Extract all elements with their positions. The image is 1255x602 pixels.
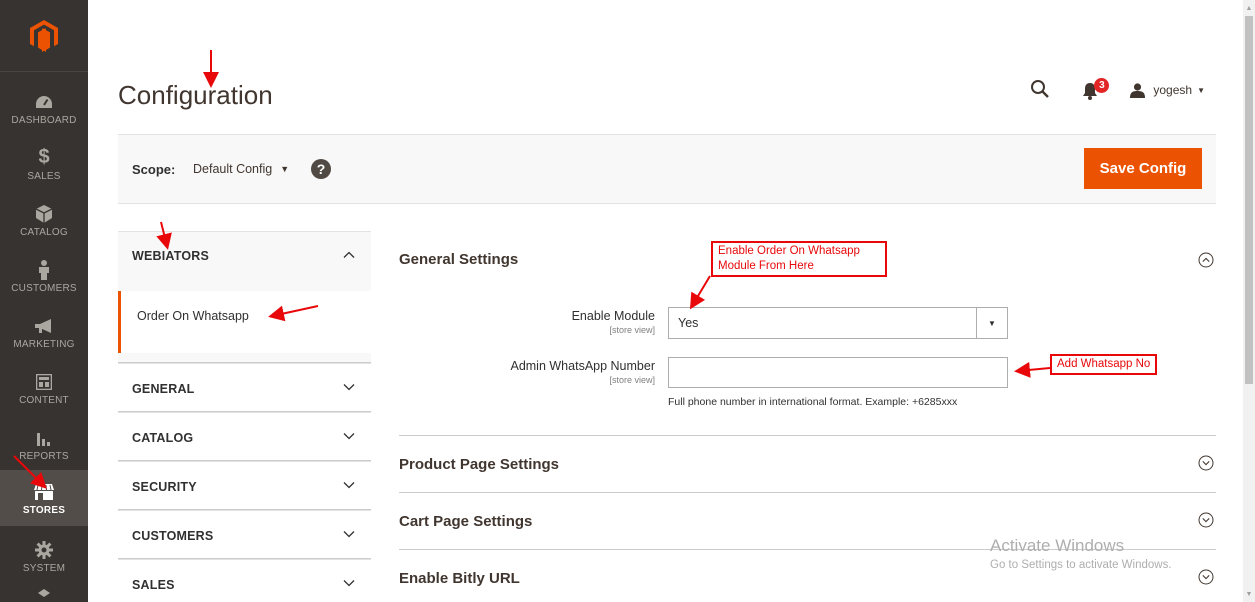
chevron-up-icon [343,251,355,258]
field-scope: [store view] [609,375,655,385]
scroll-thumb[interactable] [1245,16,1253,384]
menu-item-label: SALES [27,170,61,182]
scope-bar: Scope: Default Config ▼ ? Save Config [118,134,1216,204]
scope-value: Default Config [193,162,273,176]
admin-menu: DASHBOARD $ SALES CATALOG CUSTOMERS MARK… [0,0,88,602]
field-note: Full phone number in international forma… [668,396,958,408]
windows-activation-watermark: Activate Windows Go to Settings to activ… [990,536,1172,571]
config-nav: WEBIATORS Order On Whatsapp GENERAL CATA… [118,231,371,602]
nav-spacer [118,353,371,363]
scope-switcher[interactable]: Default Config ▼ [193,162,289,176]
nav-section-catalog[interactable]: CATALOG [118,412,371,461]
menu-item-label: CATALOG [20,226,68,238]
nav-section-general[interactable]: GENERAL [118,363,371,412]
group-title: Cart Page Settings [399,513,533,530]
scroll-up-icon[interactable]: ▲ [1243,2,1255,14]
menu-item-dashboard[interactable]: DASHBOARD [0,80,88,136]
nav-section-title: CATALOG [132,431,194,445]
menu-item-label: CONTENT [19,394,69,406]
annotation-whatsapp-number: Add Whatsapp No [1050,354,1158,375]
caret-down-icon: ▼ [280,164,290,174]
chevron-down-icon [343,433,355,440]
save-config-button[interactable]: Save Config [1084,148,1202,189]
watermark-line2: Go to Settings to activate Windows. [990,559,1172,571]
annotation-line: Enable Order On Whatsapp [718,245,860,257]
collapse-circle-icon[interactable] [1198,252,1214,268]
watermark-line1: Activate Windows [990,536,1125,555]
dollar-icon: $ [38,146,50,168]
menu-item-sales[interactable]: $ SALES [0,136,88,192]
puzzle-icon [33,584,55,602]
chevron-down-icon [343,580,355,587]
whatsapp-number-input[interactable] [668,357,1008,388]
nav-section-title: SECURITY [132,480,197,494]
expand-circle-icon [1198,455,1214,471]
menu-item-label: CUSTOMERS [11,282,77,294]
group-title: Enable Bitly URL [399,570,520,587]
group-title[interactable]: General Settings [399,251,518,268]
menu-item-marketing[interactable]: MARKETING [0,304,88,360]
chevron-down-icon [343,482,355,489]
gear-icon [33,539,55,561]
search-icon[interactable] [1030,79,1052,101]
menu-item-stores[interactable]: STORES [0,470,88,526]
group-title: Product Page Settings [399,456,560,473]
layout-icon [33,371,55,393]
caret-down-icon: ▼ [1197,85,1205,95]
menu-item-label: REPORTS [19,450,69,462]
menu-item-label: MARKETING [13,338,75,350]
box-icon [33,203,55,225]
nav-item-label: Order On Whatsapp [137,309,249,323]
chevron-down-icon [343,384,355,391]
scroll-down-icon[interactable]: ▼ [1243,588,1255,600]
nav-section-customers[interactable]: CUSTOMERS [118,510,371,559]
person-icon [33,259,55,281]
annotation-line: Module From Here [718,260,814,272]
field-scope: [store view] [609,325,655,335]
menu-item-customers[interactable]: CUSTOMERS [0,248,88,304]
field-label-whatsapp-number: Admin WhatsApp Number [510,359,655,373]
nav-section-security[interactable]: SECURITY [118,461,371,510]
bar-chart-icon [33,427,55,449]
header-actions: 3 yogesh ▼ [1030,76,1205,104]
menu-item-system[interactable]: SYSTEM [0,528,88,584]
notification-count-badge: 3 [1094,78,1110,93]
nav-item-order-on-whatsapp[interactable]: Order On Whatsapp [118,291,371,353]
scope-label: Scope: [132,162,176,177]
notifications-button[interactable]: 3 [1082,78,1110,101]
annotation-enable-module: Enable Order On Whatsapp Module From Her… [711,241,887,277]
expand-circle-icon [1198,569,1214,585]
field-label-enable-module: Enable Module [571,309,655,323]
dashboard-icon [33,91,55,113]
nav-section-sales[interactable]: SALES [118,559,371,602]
scrollbar[interactable]: ▲ ▼ [1243,0,1255,602]
enable-module-select[interactable]: Yes ▼ [668,307,1008,339]
megaphone-icon [33,315,55,337]
nav-section-title: CUSTOMERS [132,529,214,543]
menu-item-label: STORES [22,504,66,516]
menu-item-content[interactable]: CONTENT [0,360,88,416]
chevron-down-icon [343,531,355,538]
nav-section-title: WEBIATORS [132,249,210,263]
storefront-icon [33,481,55,503]
menu-item-reports[interactable]: REPORTS [0,416,88,472]
help-icon[interactable]: ? [311,159,331,179]
page-title: Configuration [118,80,273,110]
menu-item-catalog[interactable]: CATALOG [0,192,88,248]
username: yogesh [1153,83,1193,97]
nav-section-title: GENERAL [132,382,195,396]
magento-logo-icon [30,19,58,52]
group-product-page-settings[interactable]: Product Page Settings [399,436,1216,493]
expand-circle-icon [1198,512,1214,528]
menu-item-label: SYSTEM [22,562,66,574]
menu-item-partial[interactable] [0,584,88,602]
user-menu[interactable]: yogesh ▼ [1130,82,1205,98]
magento-logo[interactable] [0,0,88,72]
user-icon [1130,82,1146,98]
caret-down-icon: ▼ [976,308,1007,338]
menu-item-label: DASHBOARD [11,114,77,126]
nav-section-webiators[interactable]: WEBIATORS [118,231,371,291]
nav-section-title: SALES [132,578,175,592]
select-value: Yes [678,316,699,330]
